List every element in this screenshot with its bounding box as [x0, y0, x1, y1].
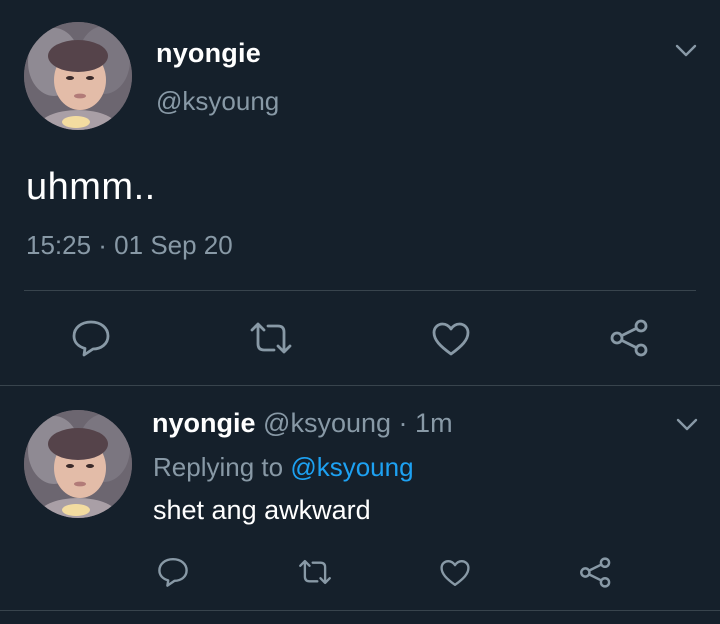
- divider: [0, 610, 720, 611]
- replying-prefix: Replying to: [153, 452, 284, 482]
- chevron-down-icon[interactable]: [676, 418, 698, 432]
- main-tweet: nyongie @ksyoung uhmm.. 15:25 · 01 Sep 2…: [0, 0, 720, 386]
- tweet-text: shet ang awkward: [153, 495, 371, 525]
- mention-link[interactable]: @ksyoung: [290, 452, 413, 482]
- separator: ·: [398, 408, 408, 438]
- reply-time: 1m: [415, 408, 453, 438]
- reply-header: nyongie @ksyoung · 1m: [152, 408, 453, 439]
- retweet-icon[interactable]: [248, 320, 294, 356]
- divider: [24, 290, 696, 291]
- share-icon[interactable]: [608, 318, 652, 358]
- avatar-image: [24, 22, 132, 130]
- like-icon[interactable]: [430, 320, 472, 358]
- like-icon[interactable]: [438, 558, 472, 588]
- avatar-image: [24, 410, 132, 518]
- tweet-text: uhmm..: [26, 166, 156, 208]
- tweet-timestamp[interactable]: 15:25 · 01 Sep 20: [26, 230, 233, 261]
- reply-icon[interactable]: [70, 318, 112, 358]
- user-handle[interactable]: @ksyoung: [156, 86, 279, 117]
- avatar[interactable]: [24, 22, 132, 130]
- reply-icon[interactable]: [156, 556, 190, 588]
- share-icon[interactable]: [578, 556, 614, 589]
- user-handle[interactable]: @ksyoung: [263, 408, 391, 438]
- display-name[interactable]: nyongie: [156, 38, 261, 69]
- divider: [0, 385, 720, 386]
- display-name[interactable]: nyongie: [152, 408, 256, 438]
- retweet-icon[interactable]: [297, 558, 333, 586]
- avatar[interactable]: [24, 410, 132, 518]
- chevron-down-icon[interactable]: [675, 44, 697, 58]
- tweet-detail-page: nyongie @ksyoung uhmm.. 15:25 · 01 Sep 2…: [0, 0, 720, 624]
- replying-to: Replying to @ksyoung: [153, 452, 414, 483]
